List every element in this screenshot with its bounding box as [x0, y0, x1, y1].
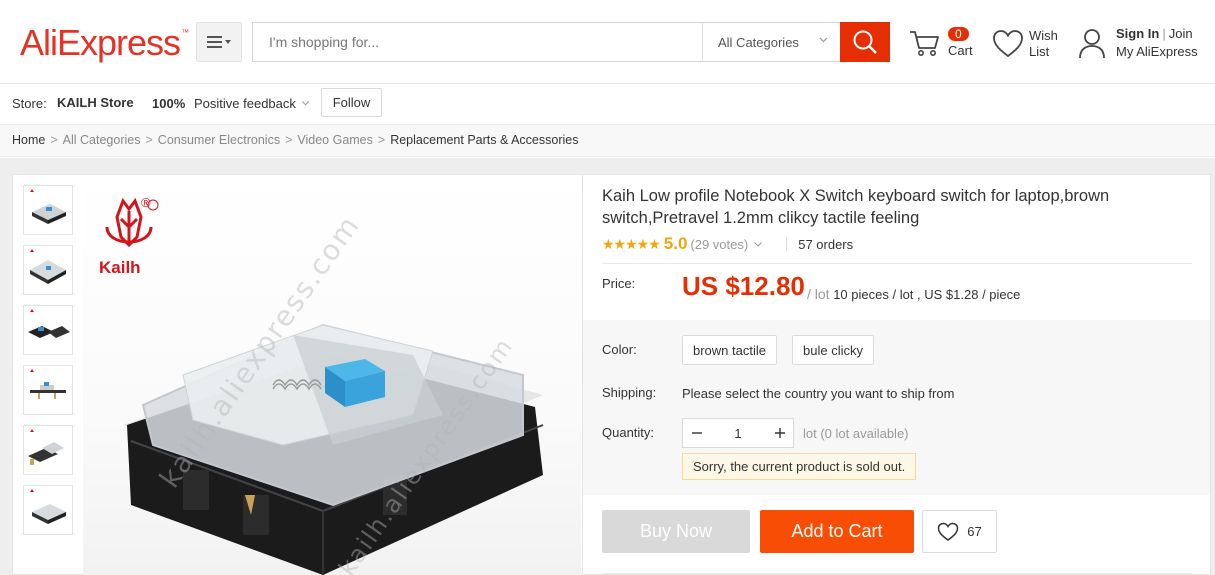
positive-feedback-percent: 100%	[152, 96, 186, 111]
breadcrumb: Home > All Categories > Consumer Electronics…	[12, 133, 578, 147]
main-product-image[interactable]: ® Kailh kailh.aliexpress.com kailh.aliex…	[83, 175, 581, 575]
switch-thumbnail-6	[30, 489, 66, 524]
add-to-wishlist-button[interactable]: 67	[922, 510, 997, 553]
quantity-availability: lot (0 lot available)	[803, 426, 909, 441]
thumbnail-image[interactable]	[23, 485, 73, 535]
cart-icon	[910, 31, 939, 56]
add-to-cart-button[interactable]: Add to Cart	[760, 510, 914, 553]
quantity-stepper	[682, 418, 794, 448]
breadcrumb-home[interactable]: Home	[12, 133, 45, 147]
search-bar: All Categories	[252, 22, 890, 62]
chevron-down-icon	[819, 37, 828, 43]
price-lot: / lot	[807, 286, 830, 302]
quantity-input[interactable]	[710, 419, 766, 447]
color-option-bule-clicky[interactable]: bule clicky	[792, 335, 874, 365]
positive-feedback-dropdown[interactable]: Positive feedback	[194, 96, 296, 111]
orders-count: 57 orders	[798, 236, 854, 252]
account-menu[interactable]: Sign In | Join My AliExpress	[1078, 24, 1208, 64]
store-name-link[interactable]: KAILH Store	[57, 95, 134, 110]
wish-list-label: Wish List	[1029, 28, 1058, 59]
store-label: Store:	[12, 96, 47, 111]
auth-separator: |	[1162, 26, 1166, 41]
divider	[602, 263, 1192, 264]
site-header: AliExpress™ All Categories 0 Car	[0, 0, 1215, 84]
search-input[interactable]	[253, 23, 702, 61]
account-auth-links: Sign In | Join	[1116, 26, 1193, 41]
sign-in-link[interactable]: Sign In	[1116, 26, 1159, 41]
switch-thumbnail-3	[28, 309, 70, 338]
wish-list-link[interactable]: Wish List	[992, 26, 1067, 62]
breadcrumb-item[interactable]: All Categories	[63, 133, 141, 147]
breadcrumb-item[interactable]: Consumer Electronics	[158, 133, 280, 147]
join-link[interactable]: Join	[1169, 26, 1193, 41]
breadcrumb-separator: >	[377, 133, 386, 147]
store-bar: Store: KAILH Store 100% Positive feedbac…	[0, 84, 1215, 125]
thumbnail-image[interactable]	[23, 185, 73, 235]
buy-now-button[interactable]: Buy Now	[602, 510, 750, 553]
follow-store-button[interactable]: Follow	[321, 88, 382, 117]
aliexpress-logo[interactable]: AliExpress™	[20, 22, 189, 64]
color-option-brown-tactile[interactable]: brown tactile	[682, 335, 777, 365]
minus-icon	[691, 432, 702, 434]
breadcrumb-separator: >	[145, 133, 153, 147]
logo-text: AliExpress	[20, 22, 181, 63]
breadcrumb-item[interactable]: Video Games	[297, 133, 373, 147]
switch-thumbnail-2	[30, 249, 66, 284]
hamburger-menu-icon	[207, 36, 231, 48]
thumbnail-image[interactable]	[23, 305, 73, 355]
search-icon	[853, 30, 877, 54]
quantity-label: Quantity:	[602, 425, 655, 440]
product-gallery: ® Kailh kailh.aliexpress.com kailh.aliex…	[12, 174, 582, 575]
product-title: Kaih Low profile Notebook X Switch keybo…	[602, 187, 1110, 227]
divider	[602, 573, 1192, 574]
thumbnail-image[interactable]	[23, 245, 73, 295]
thumbnail-image[interactable]	[23, 425, 73, 475]
product-rating: ★★★★★ 5.0 (29 votes) 57 orders	[602, 234, 853, 254]
product-info-panel: Kaih Low profile Notebook X Switch keybo…	[582, 174, 1211, 575]
rating-stars: ★★★★★	[602, 235, 661, 252]
chevron-down-icon	[302, 101, 309, 106]
breadcrumb-current[interactable]: Replacement Parts & Accessories	[390, 133, 578, 147]
quantity-decrease-button[interactable]	[683, 419, 710, 447]
price-detail: 10 pieces / lot , US $1.28 / piece	[833, 287, 1021, 302]
shipping-country-prompt[interactable]: Please select the country you want to sh…	[682, 386, 954, 401]
color-label: Color:	[602, 342, 637, 357]
product-options: Color: brown tactile bule clicky Shippin…	[583, 320, 1210, 495]
user-icon	[1079, 29, 1105, 59]
thumbnail-list	[23, 185, 73, 545]
switch-thumbnail-5	[28, 429, 64, 465]
search-button[interactable]	[840, 22, 890, 62]
switch-thumbnail-4	[30, 369, 66, 399]
switch-thumbnail-1	[30, 189, 66, 224]
cart-count-badge: 0	[948, 27, 969, 41]
price-value: US $12.80	[682, 271, 805, 301]
breadcrumb-bar: Home > All Categories > Consumer Electronics…	[0, 125, 1215, 157]
breadcrumb-separator: >	[285, 133, 293, 147]
heart-icon	[993, 30, 1023, 58]
cart-label: Cart	[948, 43, 973, 58]
heart-icon	[938, 522, 959, 541]
thumbnail-image[interactable]	[23, 365, 73, 415]
price-label: Price:	[602, 276, 636, 291]
chevron-down-icon	[754, 241, 763, 247]
rating-divider	[786, 237, 788, 251]
wishlist-count: 67	[967, 524, 982, 539]
plus-icon	[774, 428, 785, 438]
breadcrumb-separator: >	[50, 133, 58, 147]
shipping-label: Shipping:	[602, 385, 657, 400]
price-unit: / lot 10 pieces / lot , US $1.28 / piece	[807, 286, 1020, 302]
cart-link[interactable]: 0 Cart	[908, 24, 978, 64]
category-select[interactable]: All Categories	[702, 23, 840, 61]
quantity-increase-button[interactable]	[766, 419, 793, 447]
category-menu-button[interactable]	[196, 22, 242, 62]
logo-trademark: ™	[181, 28, 189, 37]
category-select-value: All Categories	[718, 34, 799, 50]
votes-dropdown[interactable]: (29 votes)	[690, 237, 748, 252]
rating-value: 5.0	[663, 234, 688, 253]
sold-out-notice: Sorry, the current product is sold out.	[682, 453, 917, 480]
my-aliexpress-link[interactable]: My AliExpress	[1116, 44, 1198, 59]
